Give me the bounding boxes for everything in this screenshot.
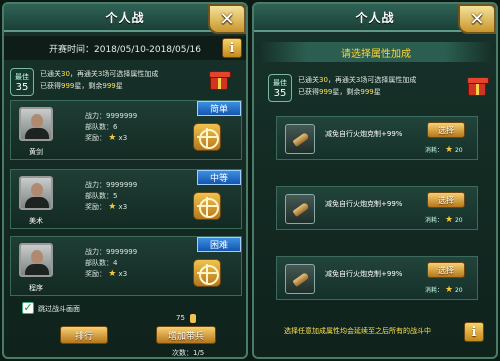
opponent-card-hard: 困难 程序 战力：9999999 部队数：4 奖励： ★ x3 bbox=[10, 236, 242, 296]
skip-battle-label: 跳过战斗画面 bbox=[38, 305, 80, 313]
event-dates: 开赛时间：2018/05/10-2018/05/16 bbox=[4, 36, 246, 60]
opponent-card-easy: 简单 黄剑 战力：9999999 部队数：6 奖励： ★ x3 bbox=[10, 100, 242, 160]
coin-icon bbox=[190, 314, 196, 323]
opponent-card-medium: 中等 美术 战力：9999999 部队数：5 奖励： ★ x3 bbox=[10, 169, 242, 229]
star-icon: ★ bbox=[444, 215, 454, 225]
bonus-text: 减免自行火炮克制+99% bbox=[325, 130, 403, 138]
add-troops-button[interactable]: 增加带兵 bbox=[156, 326, 216, 344]
shell-icon bbox=[285, 264, 315, 294]
bonus-text: 减免自行火炮克制+99% bbox=[325, 270, 403, 278]
star-icon: ★ bbox=[108, 269, 117, 279]
coin-count: 75 bbox=[176, 314, 185, 322]
star-icon: ★ bbox=[444, 285, 454, 295]
left-panel: 个人战 ✕ 开赛时间：2018/05/10-2018/05/16 i 最佳 35 … bbox=[2, 2, 248, 359]
shell-icon bbox=[285, 194, 315, 224]
info-button[interactable]: i bbox=[222, 38, 242, 58]
difficulty-label: 困难 bbox=[197, 237, 241, 252]
opponent-name: 程序 bbox=[29, 284, 43, 292]
difficulty-label: 简单 bbox=[197, 101, 241, 116]
bonus-option: 减免自行火炮克制+99% 选择 消耗： ★ 20 bbox=[276, 256, 478, 300]
info-button[interactable]: i bbox=[464, 322, 484, 342]
bonus-option: 减免自行火炮克制+99% 选择 消耗： ★ 20 bbox=[276, 186, 478, 230]
avatar bbox=[19, 243, 53, 277]
right-panel: 个人战 ✕ 请选择属性加成 最佳 35 已通关30，再通关3场可选择属性加成 已获… bbox=[252, 2, 498, 359]
difficulty-label: 中等 bbox=[197, 170, 241, 185]
progress-text: 已通关30，再通关3场可选择属性加成 已获得999星，剩余999星 bbox=[40, 70, 159, 90]
opponent-stats: 战力：9999999 部队数：4 奖励： ★ x3 bbox=[85, 248, 138, 279]
bonus-cost: 消耗： ★ 20 bbox=[425, 145, 463, 155]
close-icon: ✕ bbox=[219, 8, 235, 30]
close-icon: ✕ bbox=[469, 8, 485, 30]
star-icon: ★ bbox=[108, 202, 117, 212]
avatar bbox=[19, 107, 53, 141]
opponent-stats: 战力：9999999 部队数：6 奖励： ★ x3 bbox=[85, 112, 138, 143]
best-badge: 最佳 35 bbox=[268, 74, 292, 102]
gift-box-icon[interactable] bbox=[467, 77, 489, 96]
avatar bbox=[19, 176, 53, 210]
close-button[interactable]: ✕ bbox=[208, 4, 246, 34]
best-label: 最佳 bbox=[273, 78, 287, 87]
attempts-counter: 次数：1/5 bbox=[172, 349, 205, 357]
bonus-option: 减免自行火炮克制+99% 选择 消耗： ★ 20 bbox=[276, 116, 478, 160]
bonus-footer-note: 选择任意加成属性均会延续至之后所有的战斗中 bbox=[284, 327, 431, 335]
info-icon: i bbox=[229, 40, 235, 56]
close-button[interactable]: ✕ bbox=[458, 4, 496, 34]
best-value: 35 bbox=[15, 81, 29, 93]
bonus-cost: 消耗： ★ 20 bbox=[425, 215, 463, 225]
best-label: 最佳 bbox=[15, 72, 29, 81]
select-button[interactable]: 选择 bbox=[427, 262, 465, 278]
best-value: 35 bbox=[273, 87, 287, 99]
shell-icon bbox=[285, 124, 315, 154]
select-button[interactable]: 选择 bbox=[427, 192, 465, 208]
progress-info: 最佳 35 已通关30，再通关3场可选择属性加成 已获得999星，剩余999星 bbox=[10, 68, 158, 98]
info-icon: i bbox=[471, 324, 477, 340]
progress-text: 已通关30，再通关3场可选择属性加成 已获得999星，剩余999星 bbox=[298, 76, 417, 96]
star-icon: ★ bbox=[444, 145, 454, 155]
star-icon: ★ bbox=[108, 133, 117, 143]
select-bonus-subtitle: 请选择属性加成 bbox=[260, 42, 492, 62]
progress-info: 最佳 35 已通关30，再通关3场可选择属性加成 已获得999星，剩余999星 bbox=[268, 74, 416, 104]
skip-battle-checkbox[interactable]: ✓ bbox=[22, 302, 34, 314]
rank-button[interactable]: 排行 bbox=[60, 326, 108, 344]
select-button[interactable]: 选择 bbox=[427, 122, 465, 138]
bonus-text: 减免自行火炮克制+99% bbox=[325, 200, 403, 208]
best-badge: 最佳 35 bbox=[10, 68, 34, 96]
bonus-cost: 消耗： ★ 20 bbox=[425, 285, 463, 295]
opponent-name: 黄剑 bbox=[29, 148, 43, 156]
gift-box-icon[interactable] bbox=[209, 71, 231, 90]
opponent-stats: 战力：9999999 部队数：5 奖励： ★ x3 bbox=[85, 181, 138, 212]
opponent-name: 美术 bbox=[29, 217, 43, 225]
